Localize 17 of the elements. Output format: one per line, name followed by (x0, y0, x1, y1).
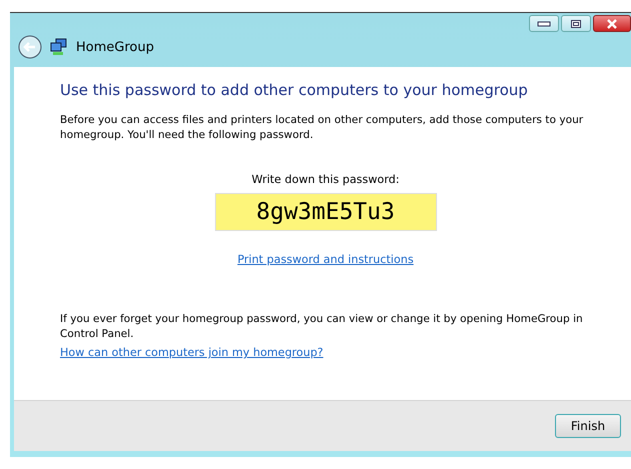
help-link[interactable]: How can other computers join my homegroup? (60, 346, 324, 359)
print-password-link[interactable]: Print password and instructions (237, 253, 414, 266)
password-display: 8gw3mE5Tu3 (214, 193, 436, 231)
password-label: Write down this password: (252, 173, 400, 186)
close-icon (606, 18, 618, 28)
back-button[interactable] (18, 35, 42, 59)
intro-text: Before you can access files and printers located on other computers, add those computers to your homegroup. You'll need the following password. (60, 113, 584, 143)
minimize-button[interactable] (529, 15, 559, 32)
finish-button[interactable]: Finish (555, 414, 621, 438)
computers-icon (50, 38, 68, 56)
window-title: HomeGroup (76, 40, 154, 54)
maximize-icon (570, 18, 582, 28)
page-heading: Use this password to add other computers to your homegroup (60, 81, 529, 99)
close-button[interactable] (593, 15, 631, 32)
forgot-password-note: If you ever forget your homegroup password, you can view or change it by opening HomeGroup in Control Panel. (60, 312, 584, 342)
minimize-icon (537, 20, 551, 26)
maximize-button[interactable] (561, 15, 591, 32)
